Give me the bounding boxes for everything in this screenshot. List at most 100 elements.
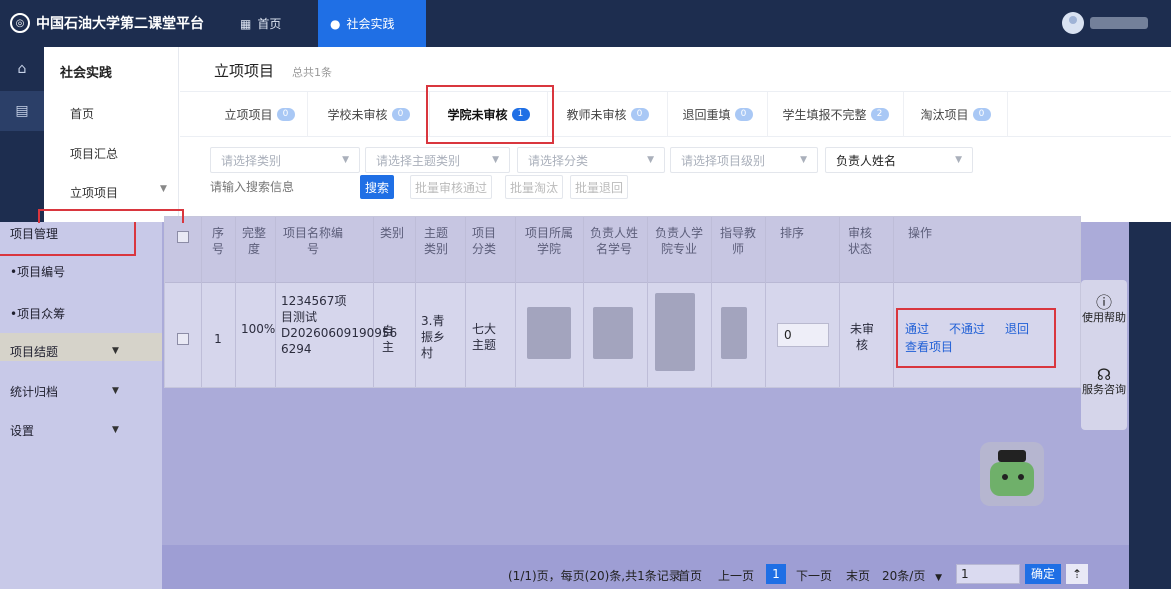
cell-college-blurred bbox=[527, 307, 571, 359]
nav-tab-social-label: 社会实践 bbox=[346, 17, 395, 31]
tab-incomplete[interactable]: 学生填报不完整 2 bbox=[768, 92, 904, 137]
filter-bar: 请选择类别 ▼ 请选择主题类别 ▼ 请选择分类 ▼ 请选择项目级别 ▼ 负责人姓名 ▼ 搜… bbox=[180, 137, 1171, 217]
next-page-link[interactable]: 下一页 bbox=[796, 567, 832, 584]
row-checkbox[interactable] bbox=[177, 333, 189, 345]
lightbulb-icon: ● bbox=[330, 16, 341, 31]
tab-teacher-pending[interactable]: 教师未审核 0 bbox=[548, 92, 668, 137]
last-page-link[interactable]: 末页 bbox=[846, 567, 870, 584]
search-button[interactable]: 搜索 bbox=[360, 175, 394, 199]
document-icon[interactable]: ▤ bbox=[0, 91, 44, 131]
count-badge: 0 bbox=[276, 108, 295, 121]
column-divider bbox=[647, 217, 648, 387]
sidebar-item-settings[interactable]: 设置 bbox=[10, 422, 34, 439]
brand[interactable]: ◎ 中国石油大学第二课堂平台 bbox=[10, 11, 204, 35]
sort-order-input[interactable]: 0 bbox=[777, 323, 829, 347]
sidebar-item-summary[interactable]: 项目汇总 bbox=[70, 145, 118, 162]
tab-eliminated[interactable]: 淘汰项目 0 bbox=[904, 92, 1008, 137]
nav-tab-home[interactable]: ▦ 首页 bbox=[228, 0, 300, 47]
first-page-link[interactable]: 首页 bbox=[678, 567, 702, 584]
category-select[interactable]: 请选择类别 ▼ bbox=[210, 147, 360, 173]
nav-tab-social-practice[interactable]: ● 社会实践 bbox=[318, 0, 426, 47]
batch-eliminate-button[interactable]: 批量淘汰 bbox=[505, 175, 563, 199]
highlight-box-actions bbox=[896, 308, 1056, 368]
user-name-blurred[interactable] bbox=[1090, 17, 1148, 29]
current-page[interactable]: 1 bbox=[766, 564, 786, 584]
th-sort: 排序 bbox=[779, 226, 804, 240]
batch-return-button[interactable]: 批量退回 bbox=[570, 175, 628, 199]
grid-icon: ▦ bbox=[240, 16, 252, 31]
batch-approve-button[interactable]: 批量审核通过 bbox=[410, 175, 492, 199]
sidebar-item-conclusion[interactable]: 项目结题 bbox=[10, 343, 58, 360]
page-size-select[interactable]: 20条/页 ▼ bbox=[882, 567, 942, 584]
select-value: 请选择项目级别 bbox=[681, 153, 766, 168]
level-select[interactable]: 请选择项目级别 ▼ bbox=[670, 147, 818, 173]
tab-returned[interactable]: 退回重填 0 bbox=[668, 92, 768, 137]
university-logo-icon: ◎ bbox=[10, 13, 30, 33]
leader-name-select[interactable]: 负责人姓名 ▼ bbox=[825, 147, 973, 173]
sidebar-item-statistics[interactable]: 统计归档 bbox=[10, 383, 58, 400]
select-value: 请选择分类 bbox=[528, 153, 589, 168]
column-divider bbox=[275, 217, 276, 387]
tab-label: 学校未审核 bbox=[327, 108, 388, 122]
mascot-robot-icon[interactable] bbox=[980, 442, 1044, 506]
sidebar-item-crowdfunding[interactable]: •项目众筹 bbox=[10, 305, 65, 322]
cell-seq: 1 bbox=[214, 332, 222, 346]
count-badge: 0 bbox=[734, 108, 753, 121]
th-college: 项目所属学院 bbox=[525, 226, 574, 256]
th-type: 类别 bbox=[379, 226, 404, 240]
usage-help-label: 使用帮助 bbox=[1082, 311, 1126, 324]
cell-completion: 100% bbox=[241, 322, 276, 336]
count-badge: 0 bbox=[972, 108, 991, 121]
select-all-checkbox[interactable] bbox=[177, 231, 189, 243]
cell-leader-major-blurred bbox=[655, 293, 695, 371]
column-divider bbox=[765, 217, 766, 387]
cell-classification: 七大主题 bbox=[471, 322, 496, 352]
highlight-box-sidebar bbox=[0, 222, 136, 256]
chevron-down-icon: ▼ bbox=[112, 425, 119, 435]
th-advisor: 指导教师 bbox=[720, 226, 757, 256]
back-to-top-icon[interactable]: ⇡ bbox=[1066, 564, 1088, 584]
jump-page-input[interactable]: 1 bbox=[956, 564, 1020, 584]
tab-label: 退回重填 bbox=[682, 108, 731, 122]
sidebar-item-home[interactable]: 首页 bbox=[70, 105, 94, 122]
sidebar-item-project-number[interactable]: •项目编号 bbox=[10, 263, 65, 280]
tab-school-pending[interactable]: 学校未审核 0 bbox=[308, 92, 430, 137]
theme-category-select[interactable]: 请选择主题类别 ▼ bbox=[365, 147, 510, 173]
tab-label: 教师未审核 bbox=[566, 108, 627, 122]
highlight-box-sidebar-top bbox=[38, 209, 184, 223]
sidebar-item-approved[interactable]: 立项项目 bbox=[70, 184, 118, 201]
column-divider bbox=[711, 217, 712, 387]
search-input[interactable] bbox=[210, 175, 345, 199]
record-count: 总共1条 bbox=[292, 66, 332, 79]
home-icon[interactable]: ⌂ bbox=[0, 49, 44, 89]
th-completion: 完整度 bbox=[241, 226, 266, 256]
chevron-down-icon: ▼ bbox=[647, 155, 654, 165]
column-divider bbox=[235, 217, 236, 387]
service-consult-button[interactable]: ☊ 服务咨询 bbox=[1081, 367, 1127, 397]
nav-tab-home-label: 首页 bbox=[257, 17, 282, 31]
select-value: 请选择类别 bbox=[221, 153, 282, 168]
cell-project-name-number: 1234567项目测试D20260609190956 6294 bbox=[281, 294, 398, 356]
chevron-down-icon: ▼ bbox=[800, 155, 807, 165]
chevron-down-icon: ▼ bbox=[935, 573, 943, 583]
th-classification: 项目分类 bbox=[471, 226, 496, 256]
tab-label: 淘汰项目 bbox=[920, 108, 969, 122]
th-project-name-number: 项目名称编号 bbox=[283, 226, 344, 256]
question-circle-icon: ⓘ bbox=[1095, 293, 1112, 312]
user-avatar[interactable] bbox=[1062, 12, 1084, 34]
page-size-value: 20条/页 bbox=[882, 569, 926, 583]
usage-help-button[interactable]: ⓘ 使用帮助 bbox=[1081, 293, 1127, 325]
count-badge: 0 bbox=[391, 108, 410, 121]
cell-theme: 3.青振乡村 bbox=[421, 314, 446, 360]
pager-summary: (1/1)页，每页(20)条,共1条记录 bbox=[508, 569, 681, 583]
confirm-button[interactable]: 确定 bbox=[1025, 564, 1061, 584]
column-divider bbox=[373, 217, 374, 387]
page-title: 立项项目 bbox=[214, 62, 275, 80]
floating-help-panel: ⓘ 使用帮助 ☊ 服务咨询 bbox=[1081, 280, 1127, 430]
prev-page-link[interactable]: 上一页 bbox=[718, 567, 754, 584]
chevron-down-icon: ▼ bbox=[112, 346, 119, 356]
app-title: 中国石油大学第二课堂平台 bbox=[36, 16, 204, 32]
tab-label: 立项项目 bbox=[224, 108, 273, 122]
classification-select[interactable]: 请选择分类 ▼ bbox=[517, 147, 665, 173]
tab-approved[interactable]: 立项项目 0 bbox=[212, 92, 308, 137]
